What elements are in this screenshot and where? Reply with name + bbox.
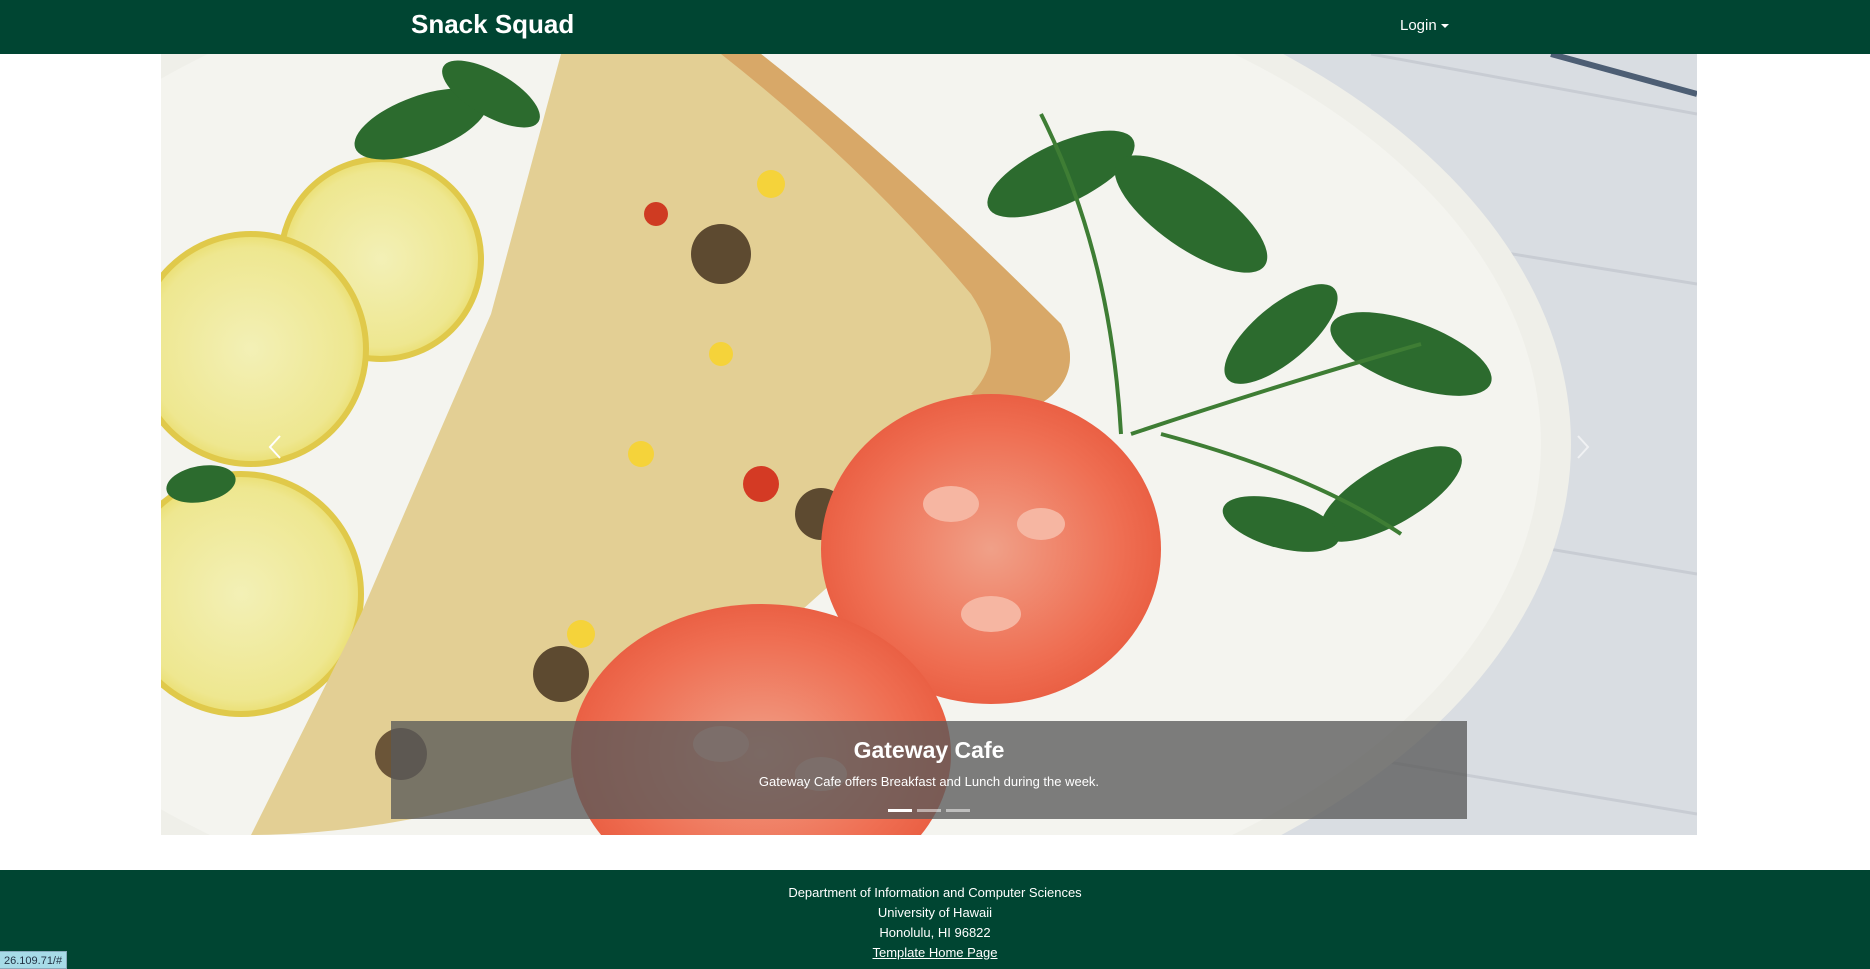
carousel-prev-button[interactable] (161, 54, 391, 835)
carousel-next-button[interactable] (1467, 54, 1697, 835)
login-label: Login (1400, 17, 1437, 34)
slide-title: Gateway Cafe (853, 737, 1005, 763)
carousel-indicator[interactable] (917, 809, 941, 812)
footer-university: University of Hawaii (877, 905, 993, 920)
navbar: Snack Squad Login (0, 0, 1870, 54)
footer-department: Department of Information and Computer S… (788, 885, 1082, 900)
caret-down-icon (1440, 24, 1449, 29)
brand-link[interactable]: Snack Squad (411, 9, 574, 40)
carousel-indicators (161, 809, 1697, 812)
image-carousel: Gateway Cafe Gateway Cafe offers Breakfa… (161, 54, 1697, 835)
carousel-indicator[interactable] (888, 809, 912, 812)
login-dropdown[interactable]: Login (1400, 17, 1449, 34)
chevron-right-icon (1577, 435, 1590, 459)
footer-address: Honolulu, HI 96822 (879, 925, 991, 940)
chevron-left-icon (268, 435, 281, 459)
template-home-link[interactable]: Template Home Page (872, 945, 997, 960)
carousel-caption: Gateway Cafe Gateway Cafe offers Breakfa… (391, 721, 1467, 819)
footer: Department of Information and Computer S… (0, 870, 1870, 969)
slide-description: Gateway Cafe offers Breakfast and Lunch … (758, 774, 1100, 789)
status-bar-url: 26.109.71/# (0, 951, 68, 969)
carousel-indicator[interactable] (946, 809, 970, 812)
